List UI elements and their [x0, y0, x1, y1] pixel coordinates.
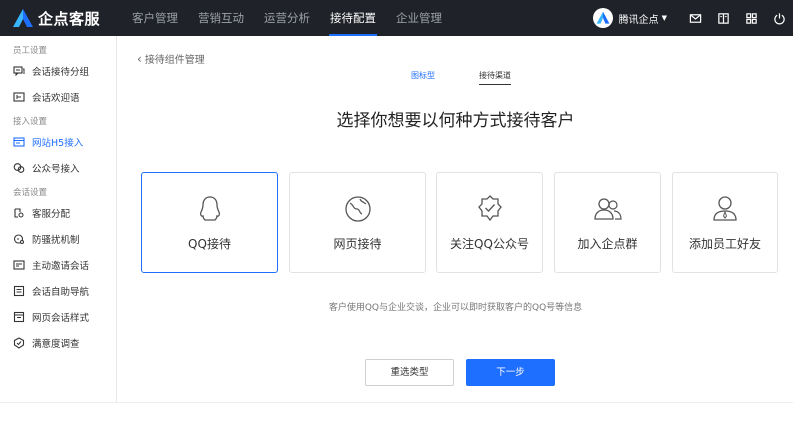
main-nav: 客户管理 营销互动 运营分析 接待配置 企业管理 [122, 0, 452, 36]
verified-badge-icon [437, 193, 542, 225]
mail-icon[interactable] [681, 0, 709, 36]
sidebar-group-staff: 员工设置 [13, 46, 48, 56]
account-name: 腾讯企点 [618, 14, 659, 26]
card-add-staff-friend[interactable]: 添加员工好友 [672, 172, 778, 273]
account-logo-icon [596, 11, 610, 24]
sidebar-item-label: 网站H5接入 [32, 138, 84, 149]
shield-icon [13, 233, 25, 245]
chat-group-icon [13, 65, 25, 77]
welcome-icon [13, 91, 25, 103]
sidebar-item-official-account[interactable]: 公众号接入 [0, 155, 116, 181]
card-label: QQ接待 [188, 237, 231, 251]
sidebar-item-agent-assignment[interactable]: 客服分配 [0, 200, 116, 226]
back-link[interactable]: ‹ 接待组件管理 [137, 51, 205, 67]
sidebar-item-label: 会话欢迎语 [32, 93, 80, 104]
staff-icon [673, 193, 777, 225]
sidebar-item-label: 客服分配 [32, 209, 71, 220]
main-content: ‹ 接待组件管理 图标型 接待渠道 选择你想要以何种方式接待客户 QQ接待 网页… [118, 36, 793, 402]
next-step-button[interactable]: 下一步 [466, 359, 555, 386]
nav-customer-management[interactable]: 客户管理 [122, 0, 188, 36]
nav-operation-analysis[interactable]: 运营分析 [254, 0, 320, 36]
nav-enterprise-management[interactable]: 企业管理 [386, 0, 452, 36]
card-join-qidian-group[interactable]: 加入企点群 [554, 172, 661, 273]
web-icon [13, 136, 25, 148]
chevron-down-icon: ▼ [661, 14, 667, 22]
nav-reception-config[interactable]: 接待配置 [320, 0, 386, 36]
top-navigation-bar: 企点客服 客户管理 营销互动 运营分析 接待配置 企业管理 腾讯企点 ▼ [0, 0, 793, 36]
sidebar-item-label: 网页会话样式 [32, 313, 90, 324]
sidebar-item-anti-harassment[interactable]: 防骚扰机制 [0, 226, 116, 252]
nav-marketing[interactable]: 营销互动 [188, 0, 254, 36]
step-reception-channel[interactable]: 接待渠道 [479, 70, 511, 85]
sidebar-item-proactive-invite[interactable]: 主动邀请会话 [0, 252, 116, 278]
sidebar-item-welcome-message[interactable]: 会话欢迎语 [0, 84, 116, 110]
brand-name: 企点客服 [38, 9, 101, 28]
sidebar-item-website-h5[interactable]: 网站H5接入 [0, 129, 116, 155]
sidebar-item-label: 满意度调查 [32, 339, 80, 350]
sidebar-item-web-chat-style[interactable]: 网页会话样式 [0, 304, 116, 330]
card-label: 加入企点群 [577, 237, 638, 251]
globe-icon [290, 193, 425, 225]
card-web-reception[interactable]: 网页接待 [289, 172, 426, 273]
survey-icon [13, 337, 25, 349]
card-follow-qq-official[interactable]: 关注QQ公众号 [436, 172, 543, 273]
divider [0, 402, 793, 403]
sidebar: 员工设置 会话接待分组 会话欢迎语 接入设置 网站H5接入 公众号接入 会话设置… [0, 36, 117, 402]
apps-icon[interactable] [737, 0, 765, 36]
card-label: 添加员工好友 [688, 237, 761, 251]
assign-icon [13, 207, 25, 219]
card-label: 关注QQ公众号 [450, 237, 529, 251]
style-icon [13, 311, 25, 323]
sidebar-item-label: 主动邀请会话 [32, 261, 90, 272]
sidebar-group-access: 接入设置 [13, 117, 48, 127]
sidebar-item-label: 公众号接入 [32, 164, 80, 175]
top-right-tools: 腾讯企点 ▼ [592, 0, 793, 36]
brand[interactable]: 企点客服 [0, 0, 112, 36]
sidebar-item-label: 防骚扰机制 [32, 235, 80, 246]
card-qq-reception[interactable]: QQ接待 [141, 172, 278, 273]
sidebar-item-self-navigation[interactable]: 会话自助导航 [0, 278, 116, 304]
card-label: 网页接待 [333, 237, 382, 251]
group-icon [555, 193, 660, 225]
sidebar-item-satisfaction-survey[interactable]: 满意度调查 [0, 330, 116, 356]
page-title: 选择你想要以何种方式接待客户 [336, 111, 575, 131]
qidian-logo-icon [12, 8, 34, 28]
nav-icon [13, 285, 25, 297]
step-icon-type[interactable]: 图标型 [411, 70, 435, 81]
sidebar-group-session: 会话设置 [13, 188, 48, 198]
wechat-icon [13, 162, 25, 174]
sidebar-item-label: 会话自助导航 [32, 287, 90, 298]
book-icon[interactable] [709, 0, 737, 36]
power-icon[interactable] [765, 0, 793, 36]
chevron-left-icon: ‹ [137, 51, 142, 66]
channel-description: 客户使用QQ与企业交谈，企业可以即时获取客户的QQ号等信息 [328, 303, 583, 313]
invite-icon [13, 259, 25, 271]
qq-icon [142, 193, 277, 225]
account-menu[interactable]: 腾讯企点 ▼ [592, 8, 667, 28]
avatar [592, 8, 613, 28]
back-label: 接待组件管理 [144, 55, 205, 66]
sidebar-item-label: 会话接待分组 [32, 67, 90, 78]
sidebar-item-chat-groups[interactable]: 会话接待分组 [0, 58, 116, 84]
reselect-type-button[interactable]: 重选类型 [365, 359, 454, 386]
